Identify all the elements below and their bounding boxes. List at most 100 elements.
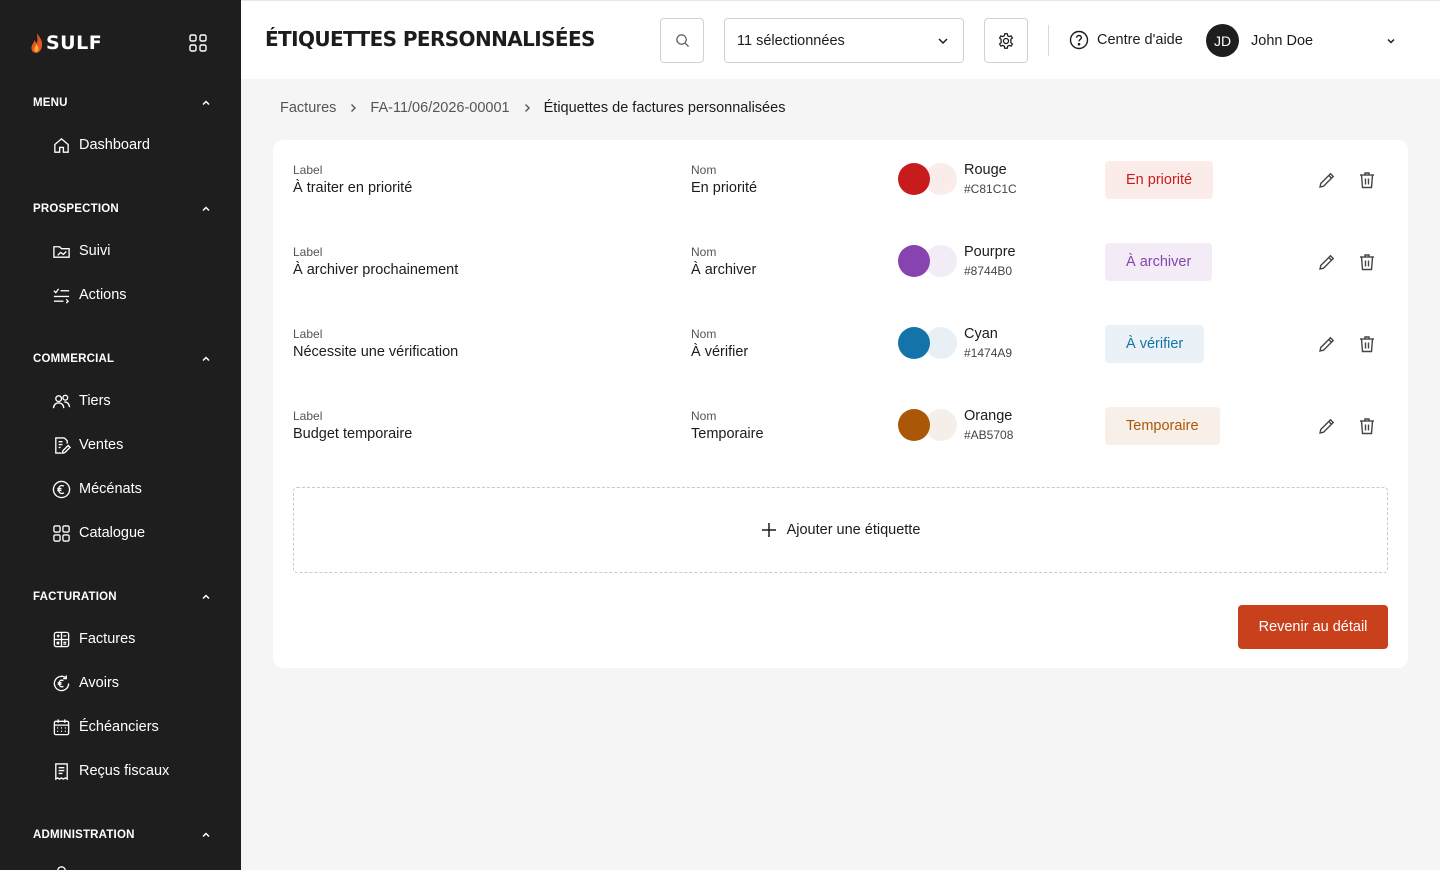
label-value: Nécessite une vérification: [293, 344, 459, 360]
back-to-detail-button[interactable]: Revenir au détail: [1238, 605, 1388, 649]
help-circle-icon: [1069, 30, 1089, 50]
color-swatches: [898, 163, 958, 197]
label-caption: Label: [293, 163, 323, 177]
nom-value: À vérifier: [691, 344, 749, 360]
sidebar-item-recus-fiscaux[interactable]: Reçus fiscaux: [52, 760, 169, 782]
sidebar-item-avoirs[interactable]: Avoirs: [52, 672, 119, 694]
trash-icon[interactable]: [1357, 334, 1377, 354]
color-swatches: [898, 245, 958, 279]
avatar: JD: [1206, 24, 1239, 57]
chevron-up-icon[interactable]: [201, 204, 211, 214]
color-info: Pourpre #8744B0: [964, 244, 1016, 278]
section-title: COMMERCIAL: [33, 353, 115, 365]
sidebar-item-echeanciers[interactable]: Échéanciers: [52, 716, 159, 738]
nom-cell: Nom En priorité: [691, 163, 757, 196]
pencil-icon[interactable]: [1317, 416, 1337, 436]
apps-grid-icon[interactable]: [189, 34, 207, 52]
section-title: MENU: [33, 97, 68, 109]
settings-button[interactable]: [984, 18, 1028, 63]
sidebar: SULF MENU Dashboard PROSPECTION Suivi Ac…: [0, 0, 241, 870]
label-value: À archiver prochainement: [293, 262, 459, 278]
color-hex: #C81C1C: [964, 182, 1017, 196]
breadcrumb: Factures FA-11/06/2026-00001 Étiquettes …: [280, 100, 785, 116]
label-caption: Label: [293, 409, 323, 423]
sidebar-item-actions[interactable]: Actions: [52, 284, 127, 306]
label-cell: Label À traiter en priorité: [293, 163, 412, 196]
folder-chart-icon: [53, 245, 70, 258]
help-center-link[interactable]: Centre d'aide: [1069, 30, 1183, 50]
logo[interactable]: SULF: [31, 32, 102, 54]
section-commercial[interactable]: COMMERCIAL: [33, 351, 213, 367]
sidebar-item-label: Ventes: [79, 437, 124, 453]
tag-preview: À archiver: [1105, 243, 1213, 281]
trash-icon[interactable]: [1357, 252, 1377, 272]
sidebar-item-label: Dashboard: [79, 137, 150, 153]
tag-preview: En priorité: [1105, 161, 1214, 199]
sidebar-item-suivi[interactable]: Suivi: [52, 240, 110, 262]
user-name: John Doe: [1251, 32, 1314, 49]
users-icon: [52, 394, 71, 408]
document-edit-icon: [55, 436, 71, 454]
trash-icon[interactable]: [1357, 416, 1377, 436]
sidebar-item-factures[interactable]: Factures: [52, 628, 135, 650]
pencil-icon[interactable]: [1317, 252, 1337, 272]
sidebar-item-label: Factures: [79, 631, 136, 647]
breadcrumb-item-factures[interactable]: Factures: [280, 100, 336, 116]
tag-row: Label Nécessite une vérification Nom À v…: [273, 304, 1408, 386]
search-button[interactable]: [660, 18, 704, 63]
section-administration[interactable]: ADMINISTRATION: [33, 827, 213, 843]
section-menu[interactable]: MENU: [33, 95, 213, 111]
chevron-up-icon[interactable]: [201, 830, 211, 840]
chevron-down-icon[interactable]: [1385, 35, 1397, 47]
user-menu[interactable]: JD John Doe: [1206, 24, 1313, 57]
color-name: Orange: [964, 408, 1013, 424]
label-cell: Label Nécessite une vérification: [293, 327, 458, 360]
calendar-icon: [53, 718, 70, 735]
section-facturation[interactable]: FACTURATION: [33, 589, 213, 605]
section-prospection[interactable]: PROSPECTION: [33, 201, 213, 217]
selection-value: 11 sélectionnées: [737, 32, 845, 49]
selection-dropdown[interactable]: 11 sélectionnées: [724, 18, 964, 63]
swatch-main: [898, 327, 930, 359]
section-title: PROSPECTION: [33, 203, 119, 215]
pencil-icon[interactable]: [1317, 170, 1337, 190]
sidebar-item-dashboard[interactable]: Dashboard: [52, 134, 150, 156]
label-cell: Label À archiver prochainement: [293, 245, 458, 278]
chevron-down-icon: [938, 37, 948, 44]
color-hex: #AB5708: [964, 428, 1014, 442]
tag-preview: Temporaire: [1105, 407, 1220, 445]
calculator-icon: [53, 631, 70, 647]
chevron-up-icon[interactable]: [201, 98, 211, 108]
sidebar-item-tiers[interactable]: Tiers: [52, 390, 111, 412]
tag-row: Label Budget temporaire Nom Temporaire O…: [273, 386, 1408, 468]
nom-cell: Nom À archiver: [691, 245, 756, 278]
color-info: Rouge #C81C1C: [964, 162, 1017, 196]
section-title: FACTURATION: [33, 591, 117, 603]
color-hex: #1474A9: [964, 346, 1013, 360]
nom-caption: Nom: [691, 327, 717, 341]
add-tag-button[interactable]: Ajouter une étiquette: [293, 487, 1388, 573]
section-title: ADMINISTRATION: [33, 829, 135, 841]
nom-cell: Nom À vérifier: [691, 327, 748, 360]
sidebar-item-mecenats[interactable]: Mécénats: [52, 478, 142, 500]
sidebar-item-catalogue[interactable]: Catalogue: [52, 522, 145, 544]
label-value: Budget temporaire: [293, 426, 413, 442]
receipt-icon: [55, 762, 68, 780]
top-header: ÉTIQUETTES PERSONNALISÉES 11 sélectionné…: [241, 0, 1440, 79]
label-value: À traiter en priorité: [293, 180, 413, 196]
color-swatches: [898, 327, 958, 361]
chevron-up-icon[interactable]: [201, 354, 211, 364]
color-name: Cyan: [964, 326, 998, 342]
sidebar-item-label: Avoirs: [79, 675, 120, 691]
nom-caption: Nom: [691, 409, 717, 423]
sidebar-item-label: Actions: [79, 287, 127, 303]
sidebar-item-ventes[interactable]: Ventes: [52, 434, 123, 456]
chevron-right-icon: [351, 104, 357, 112]
breadcrumb-item-invoice[interactable]: FA-11/06/2026-00001: [370, 100, 509, 116]
label-cell: Label Budget temporaire: [293, 409, 412, 442]
color-info: Cyan #1474A9: [964, 326, 1012, 360]
label-caption: Label: [293, 245, 323, 259]
pencil-icon[interactable]: [1317, 334, 1337, 354]
chevron-up-icon[interactable]: [201, 592, 211, 602]
trash-icon[interactable]: [1357, 170, 1377, 190]
